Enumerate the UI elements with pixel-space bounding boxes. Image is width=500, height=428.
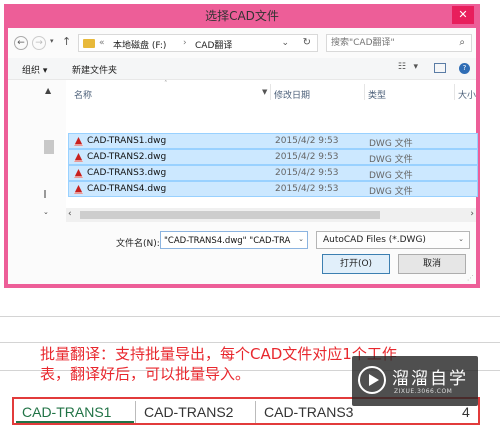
column-divider[interactable] [454, 84, 455, 100]
refresh-icon: ↻ [302, 37, 311, 48]
up-button[interactable]: ↑ [62, 35, 71, 48]
file-open-dialog: 选择CAD文件 ✕ ← → ▾ ↑ « 本地磁盘 (F:) › CAD翻译 ⌄ … [4, 4, 480, 288]
scrollbar-thumb[interactable] [44, 140, 54, 154]
file-name: CAD-TRANS3.dwg [87, 168, 167, 178]
title-bar[interactable]: 选择CAD文件 ✕ [4, 4, 480, 28]
file-row[interactable]: CAD-TRANS3.dwg 2015/4/2 9:53 DWG 文件 [68, 165, 478, 181]
file-type: DWG 文件 [369, 139, 413, 149]
search-box[interactable]: ⌕ [326, 34, 472, 52]
divider [255, 401, 256, 423]
filename-input[interactable] [164, 234, 294, 247]
horizontal-scrollbar[interactable]: ‹ › [66, 208, 476, 222]
address-dropdown-button[interactable]: ⌄ [281, 38, 289, 48]
address-row: ← → ▾ ↑ « 本地磁盘 (F:) › CAD翻译 ⌄ ↻ ⌕ [8, 30, 476, 56]
scrollbar-thumb[interactable] [80, 211, 380, 219]
scroll-up-icon[interactable]: ▲ [45, 86, 51, 95]
cancel-button[interactable]: 取消 [398, 254, 466, 274]
filename-combobox[interactable]: ⌄ [160, 231, 308, 249]
watermark-url: ZIXUE.3066.COM [394, 388, 453, 395]
forward-button[interactable]: → [32, 36, 46, 50]
sheet-gridline [0, 342, 500, 343]
file-name: CAD-TRANS2.dwg [87, 152, 167, 162]
view-options-icon[interactable]: ☷ [398, 62, 406, 72]
column-size[interactable]: 大小 [458, 88, 476, 101]
dialog-body: ← → ▾ ↑ « 本地磁盘 (F:) › CAD翻译 ⌄ ↻ ⌕ 组织 ▾ 新… [8, 28, 478, 284]
scroll-left-icon[interactable]: ‹ [68, 209, 72, 219]
file-row[interactable]: CAD-TRANS2.dwg 2015/4/2 9:53 DWG 文件 [68, 149, 478, 165]
sheet-tab[interactable]: CAD-TRANS1 [16, 401, 134, 423]
scroll-down-icon[interactable]: ⌄ [43, 208, 49, 216]
back-button[interactable]: ← [14, 36, 28, 50]
column-headers: ˆ 名称 ▼ 修改日期 类型 大小 [66, 80, 476, 104]
file-type-select[interactable]: AutoCAD Files (*.DWG) ⌄ [316, 231, 470, 249]
column-type[interactable]: 类型 [368, 88, 386, 101]
file-date: 2015/4/2 9:53 [275, 168, 339, 178]
chevron-down-icon[interactable]: ▾ [413, 62, 418, 72]
file-date: 2015/4/2 9:53 [275, 184, 339, 194]
watermark-logo: 溜溜自学 ZIXUE.3066.COM [352, 356, 478, 406]
arrow-up-icon: ↑ [62, 35, 72, 48]
dialog-title: 选择CAD文件 [205, 9, 279, 23]
new-folder-button[interactable]: 新建文件夹 [72, 63, 117, 76]
file-date: 2015/4/2 9:53 [275, 152, 339, 162]
column-filter-icon[interactable]: ▼ [262, 88, 267, 96]
search-icon[interactable]: ⌕ [459, 37, 465, 48]
chevron-right-icon[interactable]: › [183, 38, 187, 48]
watermark-name: 溜溜自学 [392, 369, 468, 389]
command-bar: 组织 ▾ 新建文件夹 ☷ ▾ ? [8, 58, 476, 80]
scroll-right-icon[interactable]: › [470, 209, 474, 219]
breadcrumb-overflow[interactable]: « [99, 38, 105, 48]
navigation-pane-scrollbar[interactable]: ▲ ⌄ [42, 80, 56, 220]
file-list: ˆ 名称 ▼ 修改日期 类型 大小 CAD-TRANS1.dwg 2015/4/… [66, 80, 478, 208]
preview-pane-icon[interactable] [434, 63, 446, 73]
column-divider[interactable] [364, 84, 365, 100]
breadcrumb-folder[interactable]: CAD翻译 [195, 38, 232, 51]
resize-grip-icon[interactable]: ⋰ [467, 274, 474, 282]
organize-button[interactable]: 组织 ▾ [22, 63, 47, 76]
dwg-file-icon [74, 153, 83, 162]
search-input[interactable] [331, 36, 451, 50]
file-name: CAD-TRANS1.dwg [87, 136, 167, 146]
sheet-tab[interactable]: CAD-TRANS2 [138, 401, 254, 423]
file-type: DWG 文件 [369, 155, 413, 165]
address-bar[interactable]: « 本地磁盘 (F:) › CAD翻译 ⌄ ↻ [78, 34, 318, 52]
file-row[interactable]: CAD-TRANS4.dwg 2015/4/2 9:53 DWG 文件 [68, 181, 478, 197]
divider [44, 190, 46, 198]
dwg-file-icon [74, 137, 83, 146]
file-name: CAD-TRANS4.dwg [87, 184, 167, 194]
file-type: DWG 文件 [369, 171, 413, 181]
column-divider[interactable] [270, 84, 271, 100]
divider [135, 401, 136, 423]
dwg-file-icon [74, 169, 83, 178]
close-icon: ✕ [458, 8, 468, 21]
close-button[interactable]: ✕ [452, 6, 474, 24]
folder-icon [83, 39, 95, 48]
file-type-value: AutoCAD Files (*.DWG) [323, 235, 426, 245]
arrow-right-icon: → [35, 38, 43, 48]
file-row[interactable]: CAD-TRANS1.dwg 2015/4/2 9:53 DWG 文件 [68, 133, 478, 149]
sort-ascending-icon: ˆ [164, 80, 168, 88]
chevron-down-icon[interactable]: ⌄ [458, 235, 464, 243]
help-icon[interactable]: ? [459, 63, 470, 74]
column-name[interactable]: 名称 [74, 88, 92, 101]
refresh-button[interactable]: ↻ [303, 37, 311, 48]
file-type: DWG 文件 [369, 187, 413, 197]
recent-locations-button[interactable]: ▾ [50, 37, 54, 45]
chevron-down-icon[interactable]: ⌄ [298, 235, 304, 243]
breadcrumb-drive[interactable]: 本地磁盘 (F:) [113, 38, 166, 51]
chevron-down-icon: ▾ [50, 37, 54, 45]
arrow-left-icon: ← [17, 38, 25, 48]
filename-label: 文件名(N): [116, 239, 160, 249]
open-button[interactable]: 打开(O) [322, 254, 390, 274]
play-logo-icon [358, 366, 386, 394]
sheet-gridline [0, 316, 500, 317]
file-date: 2015/4/2 9:53 [275, 136, 339, 146]
dwg-file-icon [74, 185, 83, 194]
column-date[interactable]: 修改日期 [274, 88, 310, 101]
